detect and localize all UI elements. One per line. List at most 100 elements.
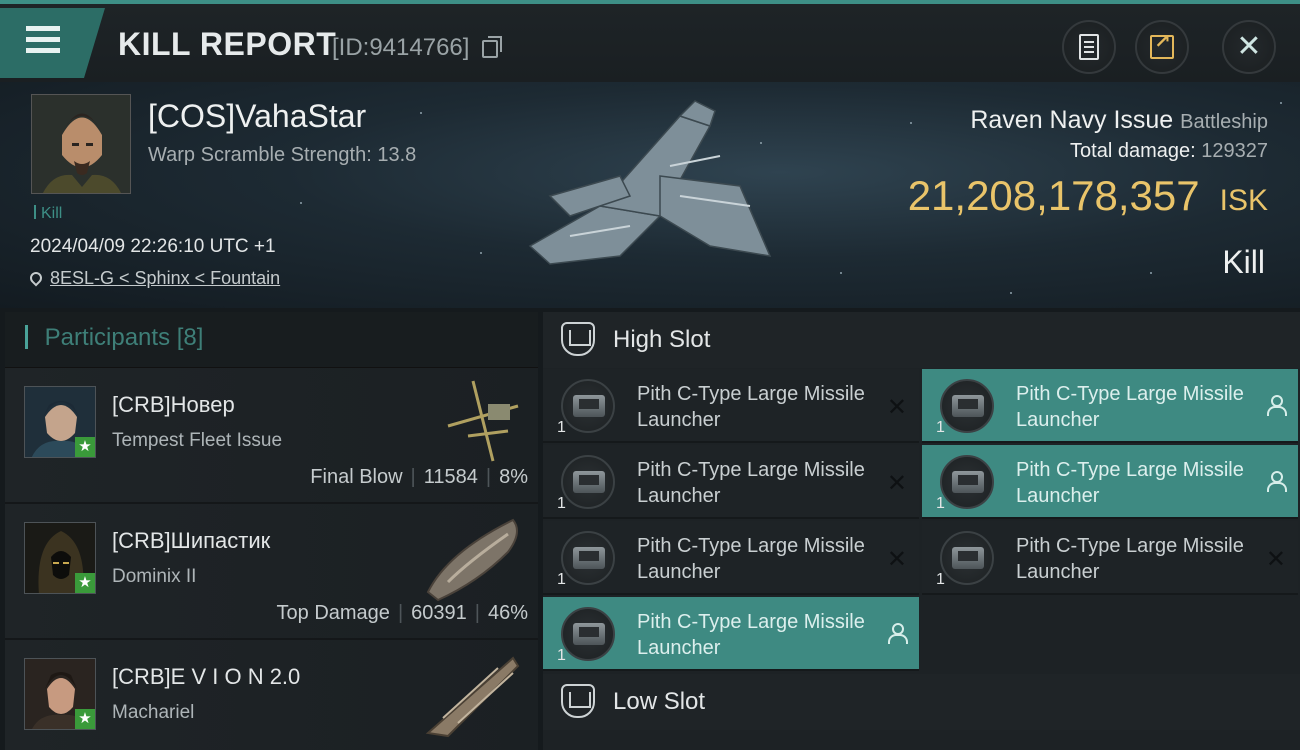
avatar[interactable]: ★ — [24, 522, 96, 594]
victim-portrait[interactable] — [31, 94, 131, 194]
close-icon: ✕ — [1236, 30, 1262, 63]
high-slot-icon — [561, 322, 595, 356]
kill-datetime: 2024/04/09 22:26:10 UTC +1 — [30, 236, 276, 257]
total-damage-label: Total damage: — [1070, 140, 1196, 162]
module-name: Pith C-Type Large Missile Launcher — [637, 383, 865, 431]
participant-role: Top Damage — [276, 602, 390, 624]
copy-icon[interactable] — [482, 36, 502, 58]
participant-ship: Dominix II — [112, 566, 197, 587]
fitting-panel: High Slot 1 Pith C-Type Large Missile La… — [543, 312, 1300, 750]
total-damage-value: 129327 — [1201, 140, 1268, 162]
participant-percent: 8% — [499, 466, 528, 488]
module-name: Pith C-Type Large Missile Launcher — [637, 459, 865, 507]
location-link[interactable]: 8ESL-G < Sphinx < Fountain — [50, 268, 280, 288]
avatar[interactable]: ★ — [24, 386, 96, 458]
module-name: Pith C-Type Large Missile Launcher — [1016, 459, 1244, 507]
module-quantity: 1 — [936, 571, 945, 588]
missile-launcher-icon — [940, 379, 994, 433]
destroyed-icon: ✕ — [886, 394, 907, 421]
person-icon — [1266, 395, 1287, 416]
warp-scramble-strength: Warp Scramble Strength: 13.8 — [148, 144, 417, 166]
module-name: Pith C-Type Large Missile Launcher — [637, 535, 865, 583]
participants-count: [8] — [176, 324, 204, 351]
missile-launcher-icon — [561, 455, 615, 509]
missile-launcher-icon — [561, 379, 615, 433]
module-quantity: 1 — [557, 647, 566, 664]
participants-header[interactable]: Participants [8] — [5, 312, 538, 368]
share-button[interactable] — [1135, 20, 1189, 74]
participants-panel: Participants [8] ★ [CRB]Новер Tempest Fl… — [5, 312, 538, 750]
module-item[interactable]: 1 Pith C-Type Large Missile Launcher ✕ — [922, 521, 1298, 595]
ship-type[interactable]: Raven Navy Issue — [970, 106, 1173, 134]
module-name: Pith C-Type Large Missile Launcher — [1016, 383, 1244, 431]
destroyed-icon: ✕ — [886, 546, 907, 573]
participant-ship: Machariel — [112, 702, 195, 723]
close-button[interactable]: ✕ — [1222, 20, 1276, 74]
kill-tag: Kill — [34, 205, 62, 223]
isk-unit: ISK — [1219, 184, 1268, 217]
participant-row[interactable]: ★ [CRB]Шипастик Dominix II Top Damage | 60… — [5, 504, 538, 640]
person-icon — [887, 623, 908, 644]
missile-launcher-icon — [561, 531, 615, 585]
module-item[interactable]: 1 Pith C-Type Large Missile Launcher ✕ — [543, 369, 919, 443]
star-badge-icon: ★ — [75, 437, 95, 457]
kill-id: [ID:9414766] — [332, 34, 470, 61]
participant-ship-render — [426, 518, 518, 602]
kill-result: Kill — [1222, 244, 1265, 280]
menu-button[interactable] — [0, 8, 105, 78]
participant-ship-render — [425, 656, 520, 738]
share-icon — [1150, 29, 1174, 59]
module-name: Pith C-Type Large Missile Launcher — [1016, 535, 1244, 583]
isk-amount: 21,208,178,357 — [907, 172, 1200, 219]
kill-summary-banner: [COS]VahaStar Warp Scramble Strength: 13… — [0, 82, 1300, 308]
top-bar: KILL REPORT [ID:9414766] ✕ — [0, 0, 1300, 82]
clipboard-icon — [1079, 34, 1099, 60]
module-quantity: 1 — [557, 571, 566, 588]
module-item[interactable]: 1 Pith C-Type Large Missile Launcher ✕ — [543, 445, 919, 519]
kill-location[interactable]: 8ESL-G < Sphinx < Fountain — [27, 268, 280, 289]
missile-launcher-icon — [940, 455, 994, 509]
module-quantity: 1 — [557, 495, 566, 512]
module-quantity: 1 — [936, 495, 945, 512]
clipboard-button[interactable] — [1062, 20, 1116, 74]
high-slot-header: High Slot — [543, 312, 1300, 368]
module-quantity: 1 — [557, 419, 566, 436]
participant-row[interactable]: ★ [CRB]E V I O N 2.0 Machariel — [5, 640, 538, 750]
participant-damage: 11584 — [423, 466, 478, 488]
participant-ship: Tempest Fleet Issue — [112, 430, 283, 451]
participant-damage: 60391 — [411, 602, 467, 624]
missile-launcher-icon — [561, 607, 615, 661]
module-name: Pith C-Type Large Missile Launcher — [637, 611, 865, 659]
destroyed-icon: ✕ — [1265, 546, 1286, 573]
participants-label: Participants — [44, 324, 171, 351]
ship-class: Battleship — [1180, 111, 1268, 133]
participant-row[interactable]: ★ [CRB]Новер Tempest Fleet Issue Final B… — [5, 368, 538, 504]
module-item[interactable]: 1 Pith C-Type Large Missile Launcher — [543, 597, 919, 671]
participant-name[interactable]: [CRB]Новер — [112, 392, 235, 418]
victim-ship-name: Raven Navy Issue Battleship — [970, 106, 1268, 135]
hamburger-line — [26, 48, 60, 53]
module-quantity: 1 — [936, 419, 945, 436]
victim-pilot-name[interactable]: [COS]VahaStar — [148, 98, 366, 135]
avatar[interactable]: ★ — [24, 658, 96, 730]
low-slot-header: Low Slot — [543, 674, 1300, 730]
isk-value: 21,208,178,357 ISK — [908, 172, 1268, 220]
low-slot-label: Low Slot — [613, 688, 706, 715]
participant-ship-render — [447, 380, 519, 462]
victim-avatar — [32, 95, 130, 193]
victim-ship-render — [528, 100, 772, 265]
person-icon — [1266, 471, 1287, 492]
page-title: KILL REPORT — [118, 26, 337, 62]
module-item[interactable]: 1 Pith C-Type Large Missile Launcher — [922, 445, 1298, 519]
participant-name[interactable]: [CRB]E V I O N 2.0 — [112, 664, 300, 690]
module-item[interactable]: 1 Pith C-Type Large Missile Launcher ✕ — [543, 521, 919, 595]
participant-percent: 46% — [487, 602, 528, 624]
hamburger-icon — [26, 26, 60, 31]
participant-stats: Top Damage | 60391 | 46% — [276, 602, 528, 624]
total-damage: Total damage: 129327 — [1070, 140, 1268, 163]
participant-stats: Final Blow | 11584 | 8% — [310, 466, 528, 488]
hamburger-line — [26, 37, 60, 42]
star-badge-icon: ★ — [75, 709, 95, 729]
participant-name[interactable]: [CRB]Шипастик — [112, 528, 270, 554]
module-item[interactable]: 1 Pith C-Type Large Missile Launcher — [922, 369, 1298, 443]
